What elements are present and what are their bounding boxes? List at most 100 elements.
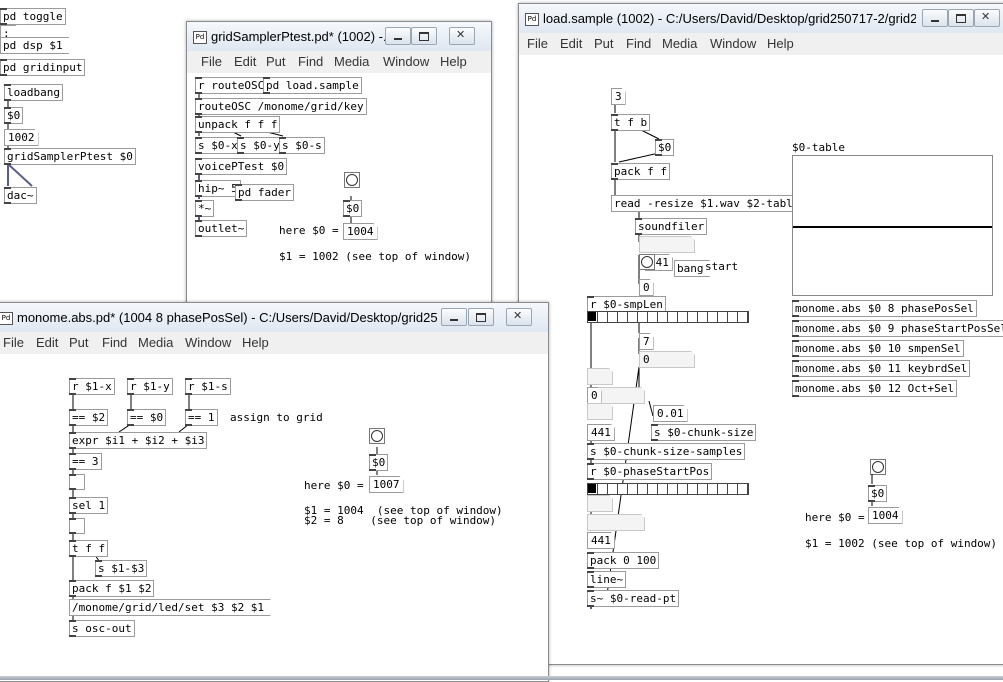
loadbang-button[interactable]: [369, 428, 385, 444]
value-1004-atom[interactable]: 1004: [868, 507, 903, 524]
menu-file[interactable]: File: [201, 54, 222, 69]
monome-abs-12-object[interactable]: monome.abs $0 12 Oct+Sel: [792, 380, 957, 397]
menu-media[interactable]: Media: [334, 54, 369, 69]
close-icon[interactable]: [974, 9, 1000, 27]
value-1007-atom[interactable]: 1007: [369, 476, 404, 493]
empty-object-b[interactable]: [69, 518, 85, 534]
samples-441-c-atom[interactable]: 441: [587, 532, 615, 549]
receive-phasestartpos-object[interactable]: r $0-phaseStartPos: [587, 463, 713, 480]
menu-put[interactable]: Put: [266, 54, 286, 69]
monome-abs-9-object[interactable]: monome.abs $0 9 phaseStartPosSel: [792, 320, 1003, 337]
trigger-ff-object[interactable]: t f f: [69, 540, 109, 557]
pack-0-100-object[interactable]: pack 0 100: [587, 552, 660, 569]
number-7-atom[interactable]: 7: [639, 333, 654, 350]
empty-atom-d[interactable]: [587, 495, 613, 512]
chunk-0-01-atom[interactable]: 0.01: [653, 405, 688, 422]
number-atom[interactable]: 1002: [4, 129, 39, 146]
pack-f-object[interactable]: pack f $1 $2: [69, 580, 155, 597]
minimize-icon[interactable]: [922, 9, 948, 27]
menu-find[interactable]: Find: [298, 54, 323, 69]
pack-ff-object[interactable]: pack f f: [611, 163, 670, 180]
close-icon[interactable]: [506, 308, 532, 326]
menu-help[interactable]: Help: [440, 54, 467, 69]
menu-window[interactable]: Window: [383, 54, 429, 69]
bang-button[interactable]: [639, 254, 655, 270]
minimize-icon[interactable]: [441, 308, 467, 326]
monome-abs-11-object[interactable]: monome.abs $0 11 keybrdSel: [792, 360, 971, 377]
gridsamplerptest-object[interactable]: gridSamplerPtest $0: [4, 148, 136, 165]
voiceptest-object[interactable]: voicePTest $0: [195, 158, 288, 175]
pd-toggle-object[interactable]: pd toggle: [0, 8, 66, 25]
close-icon[interactable]: [449, 27, 475, 45]
receive-routeosc-object[interactable]: r routeOSC: [195, 77, 268, 94]
send-s-object[interactable]: s $0-s: [279, 137, 325, 154]
loadbang-button[interactable]: [344, 172, 360, 188]
pd-dsp-message[interactable]: pd dsp $1: [0, 37, 70, 54]
send-read-pt-object[interactable]: s~ $0-read-pt: [587, 590, 680, 607]
equals-2-object[interactable]: == $2: [69, 409, 109, 426]
equals-0-object[interactable]: == $0: [127, 409, 167, 426]
menu-edit[interactable]: Edit: [560, 36, 582, 51]
number-3-atom[interactable]: 3: [611, 88, 626, 105]
send-chunk-size-object[interactable]: s $0-chunk-size: [651, 424, 757, 441]
send-chunk-size-samples-object[interactable]: s $0-chunk-size-samples: [587, 443, 746, 460]
zero-atom[interactable]: 0: [639, 279, 654, 296]
menu-find[interactable]: Find: [102, 335, 127, 350]
patch-canvas[interactable]: r $1-x r $1-y r $1-s == $2 == $0 == 1 as…: [0, 354, 548, 681]
hip-filter-object[interactable]: hip~ 5: [195, 180, 241, 197]
send-y-object[interactable]: s $0-y: [237, 137, 283, 154]
outlet-tilde-object[interactable]: outlet~: [195, 220, 248, 237]
menu-edit[interactable]: Edit: [36, 335, 58, 350]
number-0-atom[interactable]: 0: [639, 351, 695, 368]
loadbang-button[interactable]: [870, 459, 886, 475]
menu-window[interactable]: Window: [185, 335, 231, 350]
expr-object[interactable]: expr $i1 + $i2 + $i3: [69, 432, 208, 449]
table-graph[interactable]: [792, 155, 993, 296]
value-0-atom[interactable]: 0: [587, 387, 602, 404]
menu-help[interactable]: Help: [242, 335, 269, 350]
select-1-object[interactable]: sel 1: [69, 497, 109, 514]
empty-atom-a[interactable]: [587, 368, 613, 385]
multiply-tilde-object[interactable]: *~: [195, 200, 215, 217]
menu-put[interactable]: Put: [594, 36, 614, 51]
patch-canvas[interactable]: r routeOSC pd load.sample routeOSC /mono…: [187, 73, 491, 307]
menu-edit[interactable]: Edit: [234, 54, 256, 69]
maximize-icon[interactable]: [948, 9, 974, 27]
receive-s-object[interactable]: r $1-s: [185, 378, 231, 395]
samples-441-b-atom[interactable]: 441: [587, 424, 615, 441]
equals-1-object[interactable]: == 1: [185, 409, 218, 426]
monome-abs-10-object[interactable]: monome.abs $0 10 smpenSel: [792, 340, 964, 357]
dollar-zero-object[interactable]: $0: [369, 454, 389, 471]
trigger-fb-object[interactable]: t f b: [611, 114, 651, 131]
empty-object-a[interactable]: [69, 474, 85, 490]
receive-y-object[interactable]: r $1-y: [127, 378, 173, 395]
menu-window[interactable]: Window: [710, 36, 756, 51]
read-resize-message[interactable]: read -resize $1.wav $2-table: [611, 195, 806, 212]
menu-find[interactable]: Find: [626, 36, 651, 51]
led-set-message[interactable]: /monome/grid/led/set $3 $2 $1: [69, 599, 271, 616]
line-tilde-object[interactable]: line~: [587, 571, 627, 588]
pd-load-sample-object[interactable]: pd load.sample: [263, 77, 362, 94]
slider-row-1[interactable]: [587, 311, 749, 323]
menu-media[interactable]: Media: [138, 335, 173, 350]
loadbang-object[interactable]: loadbang: [3, 84, 63, 101]
menu-media[interactable]: Media: [662, 36, 697, 51]
maximize-icon[interactable]: [411, 27, 437, 45]
unpack-fff-object[interactable]: unpack f f f: [195, 116, 281, 133]
menu-file[interactable]: File: [3, 335, 24, 350]
empty-number-atom[interactable]: [639, 236, 695, 253]
receive-x-object[interactable]: r $1-x: [69, 378, 115, 395]
value-1004-atom[interactable]: 1004: [343, 223, 378, 240]
send-1-3-object[interactable]: s $1-$3: [95, 560, 148, 577]
pd-fader-object[interactable]: pd fader: [235, 184, 294, 201]
empty-atom-e[interactable]: [587, 514, 645, 531]
menu-file[interactable]: File: [527, 36, 548, 51]
send-x-object[interactable]: s $0-x: [195, 137, 241, 154]
dollar-zero-object[interactable]: $0: [4, 107, 24, 124]
send-osc-out-object[interactable]: s osc-out: [69, 620, 135, 637]
dac-object[interactable]: dac~: [3, 187, 37, 204]
soundfiler-object[interactable]: soundfiler: [635, 218, 708, 235]
maximize-icon[interactable]: [468, 308, 494, 326]
patch-canvas[interactable]: 3 t f b $0 pack f f read -resize $1.wav …: [519, 55, 1003, 664]
slider-row-2[interactable]: [587, 483, 749, 495]
